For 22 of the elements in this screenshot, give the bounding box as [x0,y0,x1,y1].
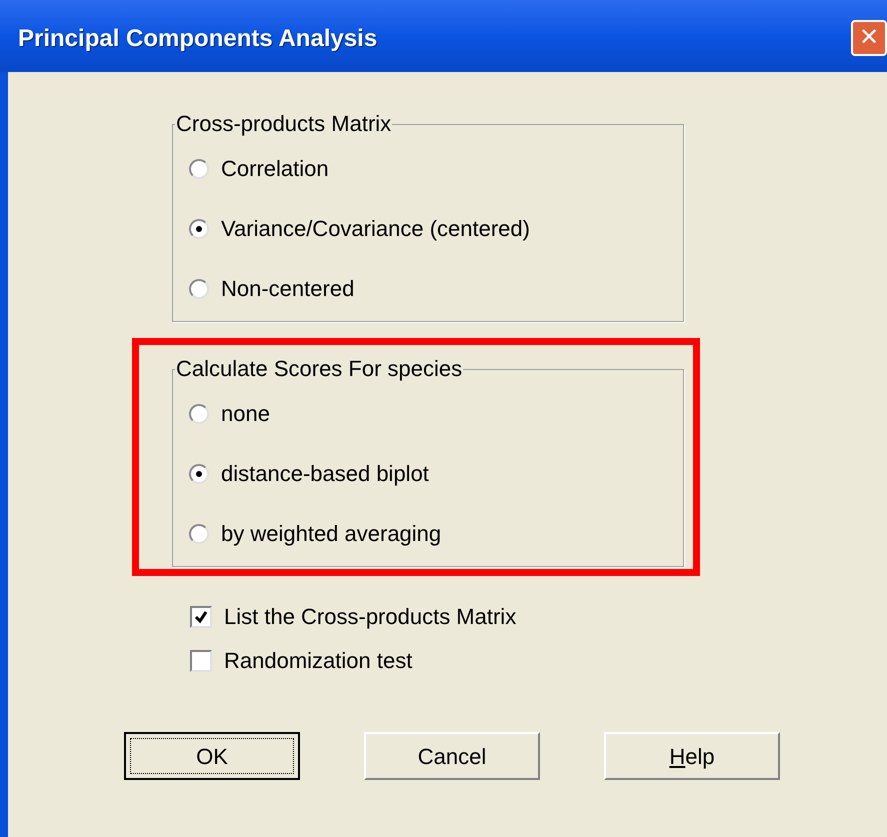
radio-label: Non-centered [221,276,354,302]
radio-button[interactable] [189,159,209,179]
radio-button[interactable] [189,524,209,544]
radio-button[interactable] [189,404,209,424]
radio-label: none [221,401,270,427]
dialog-button[interactable]: Cancel [364,732,540,780]
dialog-button[interactable]: OK [124,732,300,780]
radio-label: distance-based biplot [221,461,429,487]
radio-label: Correlation [221,156,329,182]
checkbox[interactable] [190,650,212,672]
radio-label: by weighted averaging [221,521,442,547]
dialog-button[interactable]: Help [604,732,780,780]
radio-button[interactable] [189,464,209,484]
close-button[interactable]: ✕ [851,20,887,56]
window-title: Principal Components Analysis [18,24,378,54]
radio-button[interactable] [189,279,209,299]
checkbox-label: List the Cross-products Matrix [224,604,516,630]
check-icon [194,610,208,624]
checkbox[interactable] [190,606,212,628]
radio-label: Variance/Covariance (centered) [221,216,530,242]
checkbox-label: Randomization test [224,648,412,674]
radio-button[interactable] [189,219,209,239]
